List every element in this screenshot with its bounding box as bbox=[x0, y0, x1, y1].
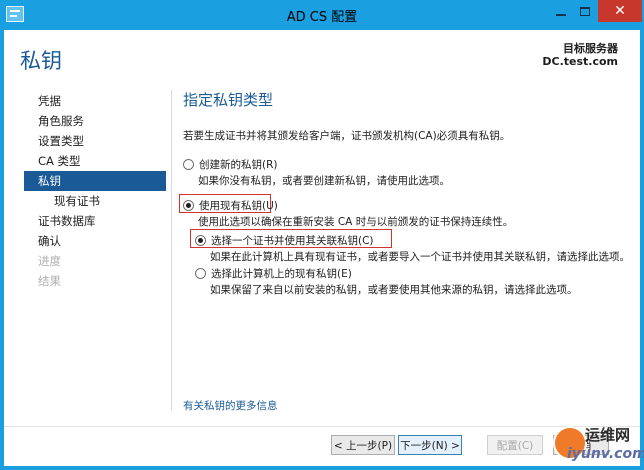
nav-item-existing-certificate[interactable]: 现有证书 bbox=[24, 191, 166, 211]
radio-create-new-key[interactable]: 创建新的私钥(R) bbox=[183, 157, 278, 172]
nav-item-certificate-database[interactable]: 证书数据库 bbox=[24, 211, 166, 231]
minimize-button[interactable] bbox=[549, 0, 573, 22]
use-existing-key-hint: 使用此选项以确保在重新安装 CA 时与以前颁发的证书保持连续性。 bbox=[198, 216, 514, 228]
wizard-navigation: 凭据 角色服务 设置类型 CA 类型 私钥 现有证书 证书数据库 确认 进度 结… bbox=[24, 91, 166, 291]
next-button[interactable]: 下一步(N) > bbox=[398, 435, 462, 455]
radio-use-existing-key-label: 使用现有私钥(U) bbox=[199, 200, 278, 212]
close-button[interactable]: ✕ bbox=[598, 0, 642, 22]
private-key-help-link[interactable]: 有关私钥的更多信息 bbox=[183, 398, 278, 413]
previous-button[interactable]: < 上一步(P) bbox=[331, 435, 395, 455]
radio-select-certificate-label: 选择一个证书并使用其关联私钥(C) bbox=[211, 235, 374, 247]
close-icon: ✕ bbox=[614, 3, 626, 19]
section-title: 指定私钥类型 bbox=[183, 91, 274, 109]
minimize-icon bbox=[556, 14, 566, 16]
nav-item-progress: 进度 bbox=[38, 254, 61, 268]
nav-item-ca-type[interactable]: CA 类型 bbox=[24, 151, 166, 171]
watermark-bottom-text: iyunv.com bbox=[567, 446, 644, 462]
radio-create-new-key-label: 创建新的私钥(R) bbox=[199, 159, 278, 171]
radio-select-existing-key[interactable]: 选择此计算机上的现有私钥(E) bbox=[195, 266, 352, 281]
target-server-value: DC.test.com bbox=[542, 55, 618, 68]
nav-item-setup-type[interactable]: 设置类型 bbox=[24, 131, 166, 151]
radio-circle-icon bbox=[183, 159, 194, 170]
nav-item-results: 结果 bbox=[38, 274, 61, 288]
watermark-top-text: 运维网 bbox=[585, 426, 631, 444]
maximize-icon bbox=[580, 6, 590, 16]
section-description: 若要生成证书并将其颁发给客户端，证书颁发机构(CA)必须具有私钥。 bbox=[183, 130, 511, 142]
radio-select-certificate[interactable]: 选择一个证书并使用其关联私钥(C) bbox=[195, 233, 374, 248]
create-new-key-hint: 如果你没有私钥，或者要创建新私钥，请使用此选项。 bbox=[198, 175, 450, 187]
nav-item-confirmation[interactable]: 确认 bbox=[24, 231, 166, 251]
radio-checked-icon bbox=[183, 200, 194, 211]
radio-use-existing-key[interactable]: 使用现有私钥(U) bbox=[183, 198, 278, 213]
nav-item-credentials[interactable]: 凭据 bbox=[24, 91, 166, 111]
nav-item-role-services[interactable]: 角色服务 bbox=[24, 111, 166, 131]
nav-item-private-key[interactable]: 私钥 bbox=[24, 171, 166, 191]
select-existing-key-hint: 如果保留了来自以前安装的私钥，或者要使用其他来源的私钥，请选择此选项。 bbox=[210, 284, 578, 296]
maximize-button[interactable] bbox=[573, 0, 597, 22]
site-watermark: 运维网 iyunv.com bbox=[553, 422, 644, 466]
radio-select-existing-key-label: 选择此计算机上的现有私钥(E) bbox=[211, 268, 352, 280]
target-server-label: 目标服务器 bbox=[563, 42, 618, 55]
window-title: AD CS 配置 bbox=[286, 10, 358, 25]
title-bar: AD CS 配置 ✕ bbox=[0, 0, 644, 30]
radio-circle-icon bbox=[195, 268, 206, 279]
footer-divider bbox=[4, 426, 640, 427]
radio-checked-icon bbox=[195, 235, 206, 246]
sidebar-divider bbox=[171, 90, 172, 410]
select-certificate-hint: 如果在此计算机上具有现有证书，或者要导入一个证书并使用其关联私钥，请选择此选项。 bbox=[210, 251, 630, 263]
page-title: 私钥 bbox=[20, 49, 62, 73]
configure-button: 配置(C) bbox=[487, 435, 543, 455]
